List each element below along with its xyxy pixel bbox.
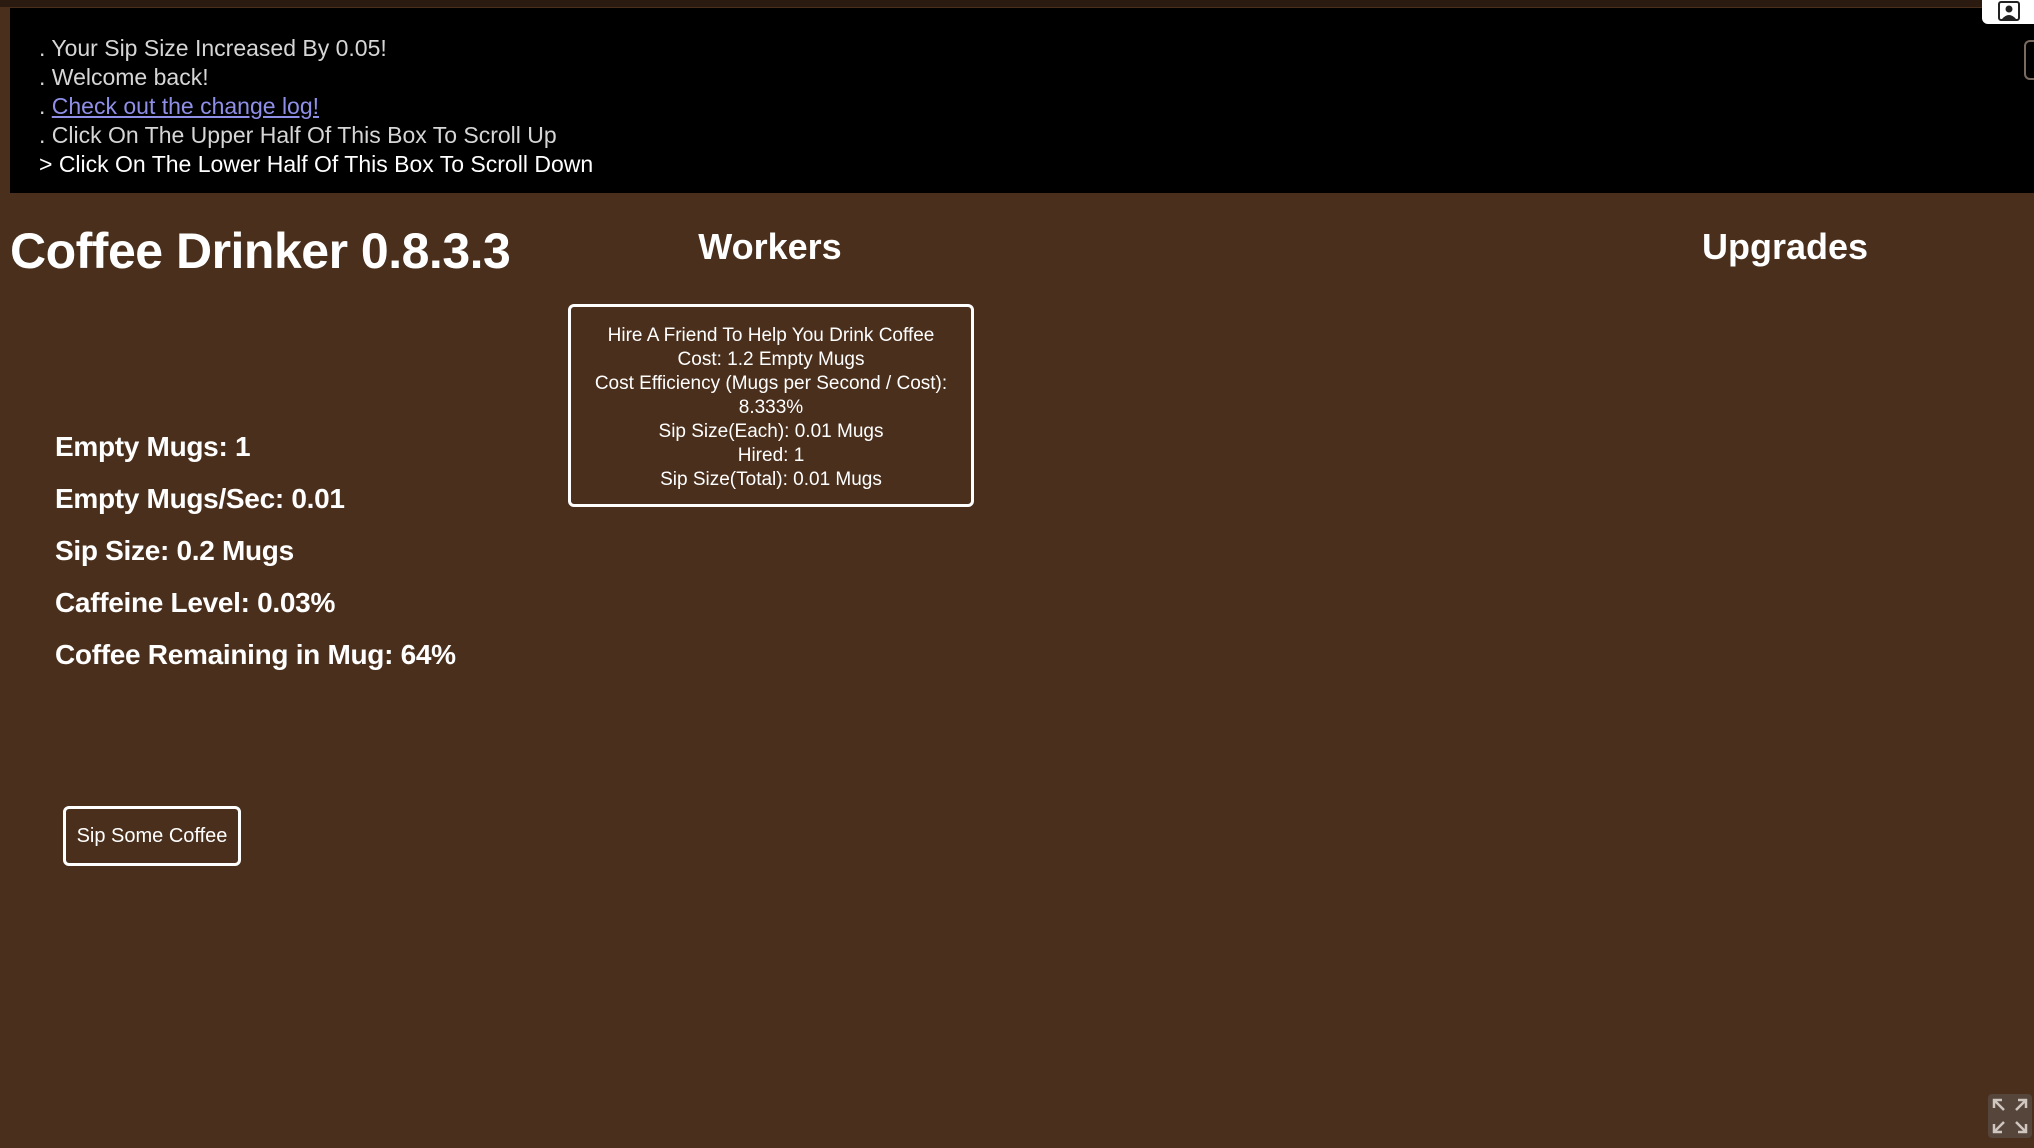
log-line-current: > Click On The Lower Half Of This Box To… xyxy=(39,151,594,177)
worker-hired-count: Hired: 1 xyxy=(737,445,805,466)
empty-mugs-per-sec-stat: Empty Mugs/Sec: 0.01 xyxy=(55,483,345,514)
workers-heading: Workers xyxy=(698,226,842,267)
worker-name: Hire A Friend To Help You Drink Coffee xyxy=(607,325,935,346)
fullscreen-icon[interactable] xyxy=(1988,1094,2032,1138)
sip-size-stat: Sip Size: 0.2 Mugs xyxy=(55,535,294,566)
log-line: . Click On The Upper Half Of This Box To… xyxy=(39,122,557,148)
side-scroll-tab[interactable] xyxy=(2024,40,2034,80)
coffee-remaining-stat: Coffee Remaining in Mug: 64% xyxy=(55,639,456,670)
message-log[interactable]: . Your Sip Size Increased By 0.05! . Wel… xyxy=(10,8,2034,193)
worker-efficiency-label: Cost Efficiency (Mugs per Second / Cost)… xyxy=(594,373,948,394)
game-title: Coffee Drinker 0.8.3.3 xyxy=(10,223,511,279)
user-icon[interactable] xyxy=(1982,0,2034,24)
worker-cost: Cost: 1.2 Empty Mugs xyxy=(677,349,865,370)
upgrades-heading: Upgrades xyxy=(1701,226,1869,267)
log-line: . Your Sip Size Increased By 0.05! xyxy=(39,35,387,61)
stats-panel: Empty Mugs: 1 Empty Mugs/Sec: 0.01 Sip S… xyxy=(55,427,456,687)
changelog-link[interactable]: Check out the change log! xyxy=(52,93,319,119)
worker-efficiency-value: 8.333% xyxy=(738,397,804,418)
top-bar xyxy=(0,0,2034,7)
caffeine-level-stat: Caffeine Level: 0.03% xyxy=(55,587,336,618)
sip-coffee-button[interactable]: Sip Some Coffee xyxy=(63,806,241,866)
log-line-changelog: . Check out the change log! xyxy=(39,92,2034,121)
worker-sip-each: Sip Size(Each): 0.01 Mugs xyxy=(658,421,884,442)
hire-friend-worker-card[interactable]: Hire A Friend To Help You Drink Coffee C… xyxy=(568,304,974,507)
worker-sip-total: Sip Size(Total): 0.01 Mugs xyxy=(660,469,882,490)
log-line-prefix: . xyxy=(39,93,52,119)
empty-mugs-stat: Empty Mugs: 1 xyxy=(55,431,251,462)
log-line: . Welcome back! xyxy=(39,64,209,90)
